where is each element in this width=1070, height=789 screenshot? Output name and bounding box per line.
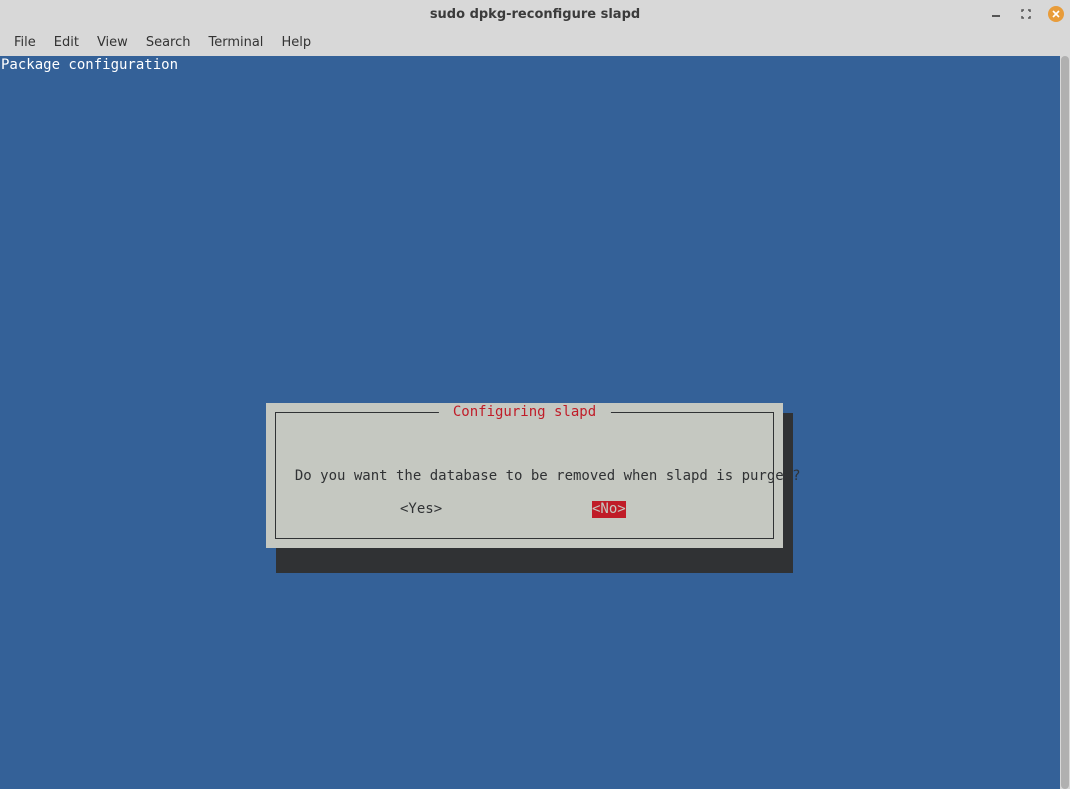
maximize-button[interactable] xyxy=(1018,6,1034,22)
terminal-header-text: Package configuration xyxy=(1,57,178,74)
no-button[interactable]: <No> xyxy=(592,501,626,518)
menu-terminal[interactable]: Terminal xyxy=(200,33,271,52)
terminal-viewport[interactable]: Package configuration Configuring slapd … xyxy=(0,56,1060,789)
window-title: sudo dpkg-reconfigure slapd xyxy=(430,7,640,22)
menu-help[interactable]: Help xyxy=(273,33,319,52)
app-window: sudo dpkg-reconfigure slapd File Edit Vi… xyxy=(0,0,1070,789)
dialog-title: Configuring slapd xyxy=(438,404,610,421)
dialog-frame: Configuring slapd Do you want the databa… xyxy=(275,412,774,539)
minimize-button[interactable] xyxy=(988,6,1004,22)
config-dialog: Configuring slapd Do you want the databa… xyxy=(266,403,783,548)
menu-edit[interactable]: Edit xyxy=(46,33,87,52)
yes-button[interactable]: <Yes> xyxy=(400,501,442,518)
scrollbar-thumb[interactable] xyxy=(1061,56,1069,789)
menu-view[interactable]: View xyxy=(89,33,136,52)
menu-file[interactable]: File xyxy=(6,33,44,52)
close-button[interactable] xyxy=(1048,6,1064,22)
terminal-area: Package configuration Configuring slapd … xyxy=(0,56,1070,789)
dialog-message: Do you want the database to be removed w… xyxy=(278,468,771,485)
menubar: File Edit View Search Terminal Help xyxy=(0,28,1070,56)
scrollbar-track[interactable] xyxy=(1060,56,1070,789)
window-controls xyxy=(988,6,1064,22)
menu-search[interactable]: Search xyxy=(138,33,199,52)
titlebar: sudo dpkg-reconfigure slapd xyxy=(0,0,1070,28)
